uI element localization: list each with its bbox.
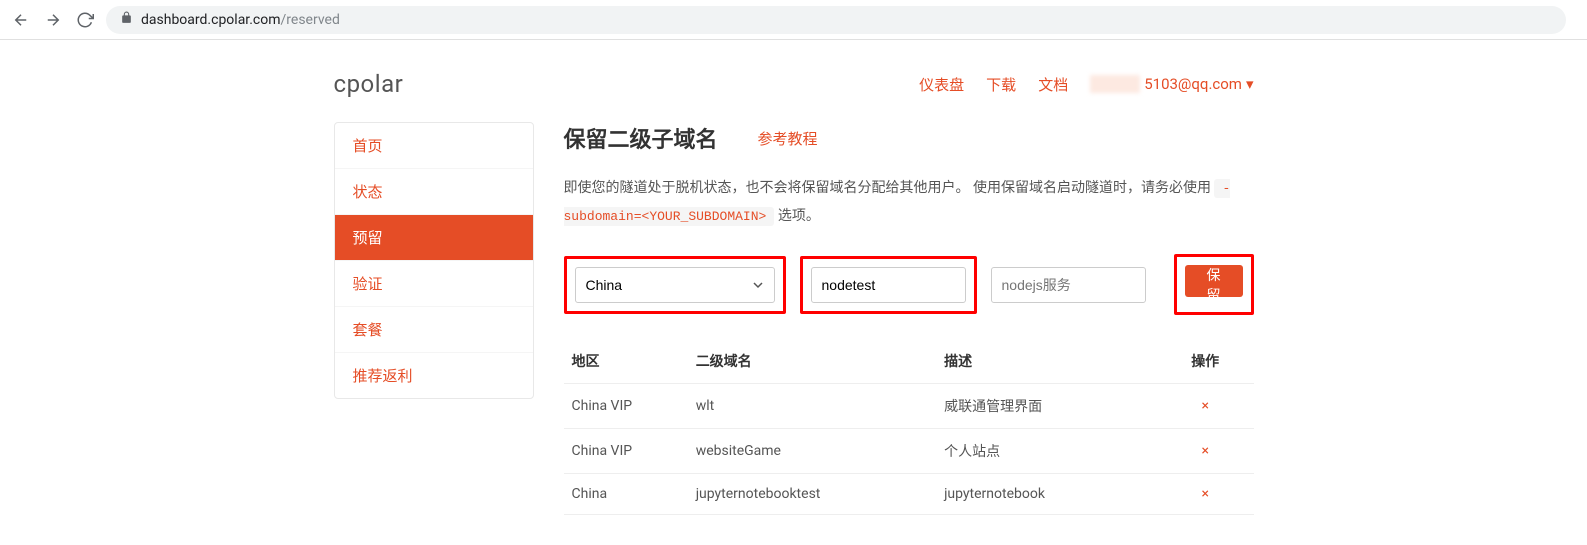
- table-row: China jupyternotebooktest jupyternoteboo…: [564, 474, 1254, 515]
- th-subdomain: 二级域名: [688, 339, 936, 384]
- url-bar[interactable]: dashboard.cpolar.com/reserved: [106, 6, 1566, 34]
- main-content: 保留二级子域名 参考教程 即使您的隧道处于脱机状态，也不会将保留域名分配给其他用…: [564, 122, 1254, 515]
- url-text: dashboard.cpolar.com/reserved: [141, 12, 340, 28]
- logo: cpolar: [334, 70, 404, 98]
- th-desc: 描述: [936, 339, 1157, 384]
- reserve-button[interactable]: 保留: [1185, 265, 1243, 297]
- sidebar-item-home[interactable]: 首页: [335, 123, 533, 169]
- table-row: China VIP wlt 威联通管理界面 ×: [564, 384, 1254, 429]
- sidebar: 首页 状态 预留 验证 套餐 推荐返利: [334, 122, 534, 399]
- page-header: cpolar 仪表盘 下载 文档 5103@qq.com ▾: [334, 70, 1254, 122]
- chevron-down-icon: ▾: [1246, 75, 1254, 93]
- sidebar-item-reserved[interactable]: 预留: [335, 215, 533, 261]
- th-region: 地区: [564, 339, 688, 384]
- delete-icon[interactable]: ×: [1201, 443, 1208, 459]
- reserve-form: China 保留: [564, 254, 1254, 315]
- page-title: 保留二级子域名: [564, 122, 718, 154]
- forward-icon[interactable]: [44, 11, 62, 29]
- browser-toolbar: dashboard.cpolar.com/reserved: [0, 0, 1587, 40]
- sidebar-item-referral[interactable]: 推荐返利: [335, 353, 533, 398]
- highlight-submit: 保留: [1174, 254, 1254, 315]
- description: 即使您的隧道处于脱机状态，也不会将保留域名分配给其他用户。 使用保留域名启动隧道…: [564, 174, 1254, 230]
- sidebar-item-status[interactable]: 状态: [335, 169, 533, 215]
- nav-docs[interactable]: 文档: [1038, 74, 1068, 95]
- lock-icon: [120, 11, 133, 28]
- delete-icon[interactable]: ×: [1201, 398, 1208, 414]
- table-row: China VIP websiteGame 个人站点 ×: [564, 429, 1254, 474]
- sidebar-item-plan[interactable]: 套餐: [335, 307, 533, 353]
- reserved-table: 地区 二级域名 描述 操作 China VIP wlt 威联通管理界面 × Ch…: [564, 339, 1254, 515]
- user-menu[interactable]: 5103@qq.com ▾: [1090, 75, 1253, 93]
- th-ops: 操作: [1157, 339, 1254, 384]
- highlight-subdomain: [800, 256, 977, 314]
- region-select[interactable]: China: [575, 267, 775, 303]
- nav-dashboard[interactable]: 仪表盘: [919, 74, 964, 95]
- sidebar-item-verify[interactable]: 验证: [335, 261, 533, 307]
- description-input[interactable]: [991, 267, 1146, 303]
- subdomain-input[interactable]: [811, 267, 966, 303]
- nav-download[interactable]: 下载: [986, 74, 1016, 95]
- email-prefix-redacted: [1090, 75, 1140, 93]
- back-icon[interactable]: [12, 11, 30, 29]
- highlight-region: China: [564, 256, 786, 314]
- tutorial-link[interactable]: 参考教程: [758, 128, 818, 149]
- delete-icon[interactable]: ×: [1201, 486, 1208, 502]
- reload-icon[interactable]: [76, 11, 94, 29]
